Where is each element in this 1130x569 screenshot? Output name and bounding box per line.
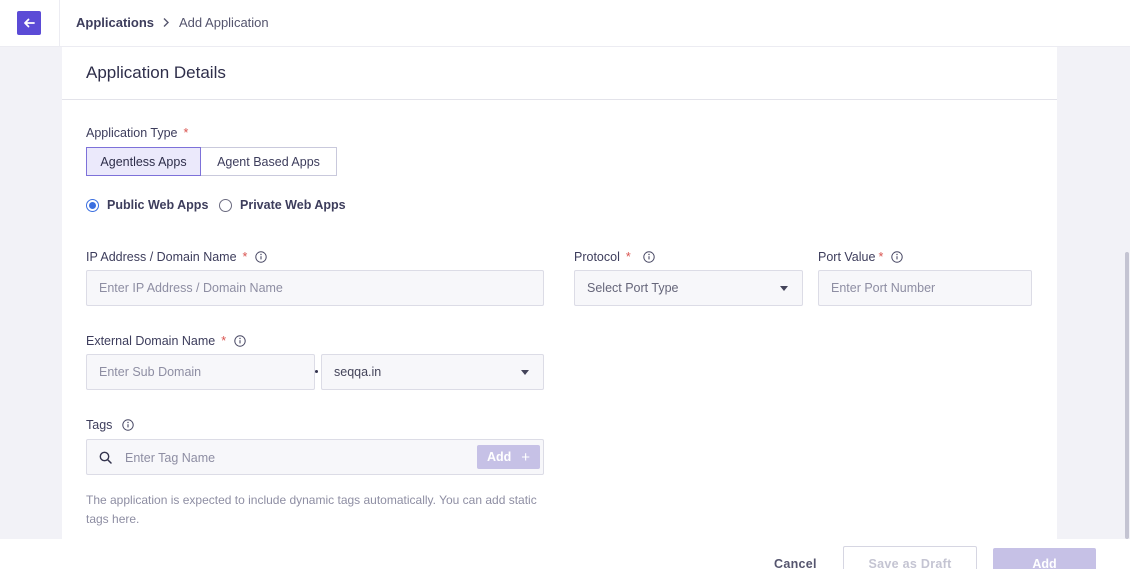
application-type-toggle: Agentless Apps Agent Based Apps bbox=[86, 147, 337, 176]
caret-down-icon bbox=[521, 370, 529, 375]
add-tag-label: Add bbox=[486, 450, 512, 464]
caret-down-icon bbox=[780, 286, 788, 291]
protocol-label: Protocol * bbox=[574, 250, 655, 264]
search-icon bbox=[99, 451, 112, 469]
info-icon[interactable] bbox=[255, 251, 268, 263]
footer-bar: Cancel Save as Draft Add bbox=[0, 539, 1130, 569]
tags-label-text: Tags bbox=[86, 418, 113, 432]
protocol-label-text: Protocol bbox=[574, 250, 620, 264]
add-button[interactable]: Add bbox=[993, 548, 1096, 569]
add-tag-button[interactable]: Add + bbox=[477, 445, 540, 469]
port-value-label-text: Port Value bbox=[818, 250, 876, 264]
info-icon[interactable] bbox=[643, 251, 655, 263]
domain-select[interactable]: seqqa.in bbox=[321, 354, 544, 390]
tag-input-box[interactable]: Enter Tag Name Add + bbox=[86, 439, 544, 475]
agent-based-apps-button[interactable]: Agent Based Apps bbox=[201, 147, 337, 176]
external-domain-label-text: External Domain Name bbox=[86, 334, 216, 348]
topbar-divider bbox=[59, 0, 60, 47]
card-header: Application Details bbox=[62, 47, 1057, 100]
radio-checked-icon bbox=[86, 198, 99, 212]
cancel-button[interactable]: Cancel bbox=[774, 557, 817, 569]
private-web-apps-radio[interactable]: Private Web Apps bbox=[219, 198, 346, 212]
ip-address-input[interactable]: Enter IP Address / Domain Name bbox=[86, 270, 544, 306]
tags-hint: The application is expected to include d… bbox=[86, 493, 537, 526]
application-type-label-text: Application Type bbox=[86, 126, 178, 140]
sub-domain-input[interactable]: Enter Sub Domain bbox=[86, 354, 315, 390]
ip-address-label-text: IP Address / Domain Name bbox=[86, 250, 237, 264]
radio-unchecked-icon bbox=[219, 198, 232, 212]
chevron-right-icon bbox=[162, 17, 170, 28]
private-web-apps-label: Private Web Apps bbox=[240, 198, 346, 212]
info-icon[interactable] bbox=[891, 251, 904, 263]
top-bar: Applications Add Application bbox=[0, 0, 1130, 47]
tags-label: Tags bbox=[86, 418, 135, 432]
required-mark: * bbox=[242, 250, 248, 264]
required-mark: * bbox=[183, 126, 189, 140]
public-web-apps-label: Public Web Apps bbox=[107, 198, 209, 212]
card-title: Application Details bbox=[86, 63, 226, 82]
domain-select-value: seqqa.in bbox=[334, 365, 382, 379]
scrollbar-thumb[interactable] bbox=[1125, 252, 1129, 539]
back-button[interactable] bbox=[17, 11, 41, 35]
application-type-label: Application Type * bbox=[86, 126, 188, 140]
breadcrumb: Applications Add Application bbox=[76, 15, 269, 30]
public-web-apps-radio[interactable]: Public Web Apps bbox=[86, 198, 208, 212]
required-mark: * bbox=[221, 334, 227, 348]
domain-separator-dot bbox=[315, 370, 318, 373]
save-as-draft-button[interactable]: Save as Draft bbox=[843, 546, 977, 569]
protocol-select[interactable]: Select Port Type bbox=[574, 270, 803, 306]
port-value-input[interactable]: Enter Port Number bbox=[818, 270, 1032, 306]
agentless-apps-button[interactable]: Agentless Apps bbox=[86, 147, 201, 176]
port-value-label: Port Value * bbox=[818, 250, 904, 264]
required-mark: * bbox=[625, 250, 631, 264]
plus-icon: + bbox=[521, 448, 531, 466]
arrow-left-icon bbox=[24, 18, 35, 28]
breadcrumb-current: Add Application bbox=[179, 15, 269, 30]
tag-input-placeholder: Enter Tag Name bbox=[125, 451, 216, 465]
ip-address-label: IP Address / Domain Name * bbox=[86, 250, 268, 264]
breadcrumb-applications-link[interactable]: Applications bbox=[76, 15, 154, 30]
info-icon[interactable] bbox=[122, 419, 135, 431]
protocol-select-value: Select Port Type bbox=[587, 281, 679, 295]
required-mark: * bbox=[878, 250, 884, 264]
application-details-card: Application Details Application Type * A… bbox=[62, 47, 1057, 539]
external-domain-label: External Domain Name * bbox=[86, 334, 246, 348]
info-icon[interactable] bbox=[234, 335, 246, 347]
